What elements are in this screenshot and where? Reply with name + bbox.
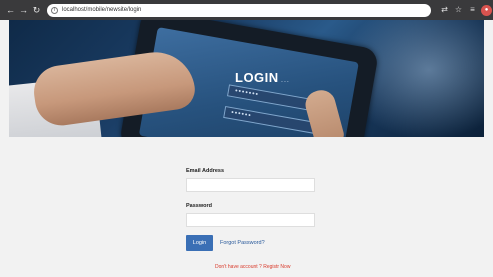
email-label: Email Address (186, 168, 225, 174)
register-link[interactable]: Don't have account ? Registr Now (215, 264, 290, 270)
translate-icon[interactable]: ⇄ (439, 4, 450, 16)
browser-toolbar: ← → ↻ i localhost/mobile/newsite/login ⇄… (0, 0, 493, 20)
password-label: Password (186, 203, 212, 209)
back-arrow-icon[interactable]: ← (5, 3, 16, 17)
page-title-dots: ... (281, 77, 290, 84)
info-icon[interactable]: i (51, 6, 58, 14)
page-title: LOGIN (235, 70, 279, 85)
browser-extensions: ⇄ ☆ ≡ ● (436, 4, 492, 16)
password-field[interactable] (186, 213, 315, 227)
forward-arrow-icon[interactable]: → (18, 3, 29, 17)
address-bar[interactable]: i localhost/mobile/newsite/login (47, 3, 431, 17)
hero-banner: ••••••• •••••• LOGIN ... (9, 20, 484, 137)
email-field[interactable] (186, 178, 315, 192)
login-button[interactable]: Login (186, 235, 213, 251)
reload-icon[interactable]: ↻ (31, 3, 42, 17)
forgot-password-link[interactable]: Forgot Password? (220, 240, 265, 246)
shield-icon[interactable]: ● (481, 4, 492, 16)
star-icon[interactable]: ☆ (453, 4, 464, 16)
login-form: Email Address Password Login Forgot Pass… (186, 168, 326, 251)
filter-icon[interactable]: ≡ (467, 4, 478, 16)
url-text[interactable]: localhost/mobile/newsite/login (62, 7, 141, 13)
form-actions: Login Forgot Password? (186, 235, 326, 251)
